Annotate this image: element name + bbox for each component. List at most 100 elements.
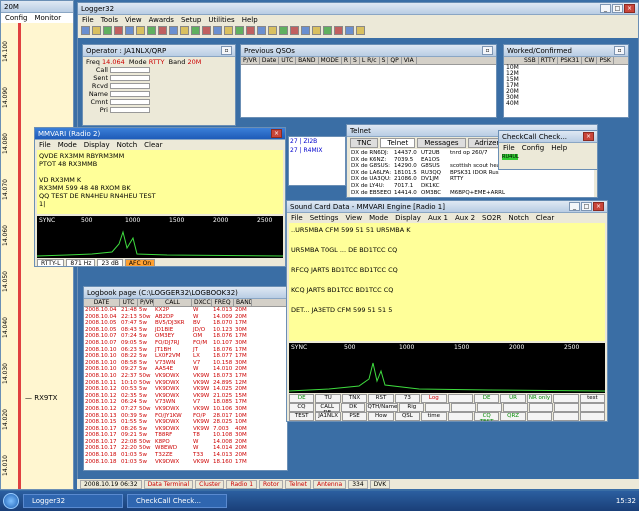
macro-button[interactable] — [554, 403, 580, 412]
bandmap-spot[interactable]: — RX9TX — [25, 394, 57, 402]
menu-item-setup[interactable]: Setup — [181, 16, 201, 24]
bandmap-spot-call[interactable]: RX9TX — [34, 394, 57, 402]
toolbar-button-icon[interactable] — [268, 26, 277, 35]
table-row[interactable]: 2008.10.07 09:05 5w FO/DJ7RJ FO/M 10.107 30M — [84, 340, 287, 347]
taskbar-clock[interactable]: 15:32 — [616, 497, 636, 505]
menu-item-aux-1[interactable]: Aux 1 — [428, 214, 448, 222]
operator-close-button[interactable]: ▫ — [221, 46, 232, 55]
macro-button[interactable] — [579, 412, 606, 421]
checkcall-close[interactable]: × — [583, 132, 594, 141]
taskbar-button[interactable]: Logger32 — [23, 494, 123, 508]
table-row[interactable]: 2008.10.07 07:24 5w OM3EY OM 18.076 17M — [84, 333, 287, 340]
table-row[interactable]: 2008.10.05 07:47 5w BV5/DJ3KR BV 18.070 17M — [84, 320, 287, 327]
macro-button[interactable] — [447, 412, 473, 421]
macro-button[interactable] — [580, 403, 606, 412]
macro-button[interactable] — [528, 403, 554, 412]
status-panel[interactable]: Cluster — [195, 479, 225, 489]
toolbar-button-icon[interactable] — [356, 26, 365, 35]
status-item[interactable]: RTTY-L — [37, 259, 65, 266]
toolbar-button-icon[interactable] — [213, 26, 222, 35]
macro-button[interactable]: TU — [315, 394, 341, 403]
field-input[interactable] — [110, 99, 150, 105]
macro-button[interactable] — [553, 394, 579, 403]
menu-item-view[interactable]: View — [125, 16, 142, 24]
macro-button[interactable]: Rig — [399, 403, 425, 412]
macro-button[interactable]: time — [421, 412, 447, 421]
status-panel[interactable]: Antenna — [312, 479, 347, 489]
table-row[interactable]: 2008.10.11 10:10 50w VK9DWX VK9W 24.895 12M — [84, 380, 287, 387]
table-row[interactable]: 2008.10.15 01:55 5w VK9DWX VK9W 28.025 10M — [84, 419, 287, 426]
soundcard-spectrum[interactable]: SYNC 500 1000 1500 2000 2500 — [289, 343, 605, 393]
menu-item-view[interactable]: View — [345, 214, 362, 222]
toolbar-button-icon[interactable] — [235, 26, 244, 35]
mmvari2-close[interactable]: × — [271, 129, 282, 138]
macro-button[interactable]: CQ — [289, 403, 314, 412]
table-row[interactable]: 2008.10.10 09:27 5w AA54E W 14.010 20M — [84, 366, 287, 373]
table-row[interactable]: 2008.10.04 22:13 50w AB2DP W 14.009 20M — [84, 314, 287, 321]
table-row[interactable]: 2008.10.10 08:58 5w V73WN V7 10.158 30M — [84, 360, 287, 367]
menu-item-file[interactable]: File — [82, 16, 94, 24]
menu-item-mode[interactable]: Mode — [58, 141, 77, 149]
toolbar-button-icon[interactable] — [169, 26, 178, 35]
soundcard-rx-text[interactable]: ..UR5MBA CFM 599 51 51 UR5MBA K UR5MBA T… — [289, 223, 605, 341]
toolbar-button-icon[interactable] — [92, 26, 101, 35]
menu-item-utilities[interactable]: Utilities — [208, 16, 234, 24]
macro-button[interactable] — [476, 403, 502, 412]
macro-button[interactable]: Log — [421, 394, 447, 403]
macro-button[interactable]: TEST — [289, 412, 315, 421]
toolbar-button-icon[interactable] — [334, 26, 343, 35]
menu-item-clear[interactable]: Clear — [536, 214, 554, 222]
tab-tnc[interactable]: TNC — [350, 138, 379, 148]
status-panel[interactable]: Telnet — [285, 479, 311, 489]
table-row[interactable]: 2008.10.05 08:43 5w JD1BIE JD/O 10.123 30M — [84, 327, 287, 334]
toolbar-button-icon[interactable] — [246, 26, 255, 35]
menu-item-config[interactable]: Config — [5, 14, 27, 22]
macro-button[interactable]: DK — [340, 403, 366, 412]
toolbar-button-icon[interactable] — [103, 26, 112, 35]
telnet-row[interactable]: DX de LY4U: 7017.1 DK1KC — [351, 183, 593, 190]
macro-button[interactable]: How — [368, 412, 394, 421]
table-row[interactable]: 2008.10.10 08:22 5w LX0F2VM LX 18.077 17M — [84, 353, 287, 360]
field-input[interactable] — [110, 67, 150, 73]
macro-button[interactable] — [502, 403, 528, 412]
field-input[interactable] — [110, 91, 150, 97]
telnet-row[interactable]: DX de EB5EEO: 14414.0 OM3BC M6BPQ+EME+ARRL — [351, 190, 593, 197]
macro-button[interactable]: TNX — [341, 394, 368, 403]
table-row[interactable]: 2008.10.12 07:27 50w VK9DWX VK9W 10.106 30M — [84, 406, 287, 413]
field-input[interactable] — [110, 75, 150, 81]
field-input[interactable] — [110, 83, 150, 89]
table-row[interactable]: 2008.10.13 00:39 5w FO/JY1KW FO/P 28.017 10M — [84, 413, 287, 420]
toolbar-button-icon[interactable] — [114, 26, 123, 35]
table-row[interactable]: 2008.10.10 22:37 50w VK9DWX VK9W 18.073 17M — [84, 373, 287, 380]
toolbar-button-icon[interactable] — [191, 26, 200, 35]
status-panel[interactable]: 2008.10.19 06:32 — [80, 479, 142, 489]
menu-item-notch[interactable]: Notch — [508, 214, 529, 222]
menu-item-help[interactable]: Help — [242, 16, 258, 24]
table-row[interactable]: 2008.10.17 22:08 50w K8PO W 14.008 20M — [84, 439, 287, 446]
macro-button[interactable]: NR only — [526, 394, 553, 403]
mmvari2-spectrum[interactable]: SYNC 500 1000 1500 2000 2500 — [37, 216, 283, 258]
close-button[interactable]: × — [624, 4, 635, 13]
status-panel[interactable]: Data Terminal — [143, 479, 194, 489]
macro-button[interactable]: 73 — [394, 394, 421, 403]
macro-button[interactable] — [447, 394, 473, 403]
telnet-row[interactable]: DX de LA6LFA: 18101.5 RU3QQ BPSK31 IDOR Rus — [351, 170, 593, 177]
toolbar-button-icon[interactable] — [147, 26, 156, 35]
status-item[interactable]: AFC On — [124, 259, 156, 266]
table-row[interactable]: 2008.10.12 06:24 5w V73WN V7 18.085 17M — [84, 399, 287, 406]
toolbar-button-icon[interactable] — [301, 26, 310, 35]
macro-button[interactable] — [451, 403, 476, 412]
status-panel[interactable]: Rotor — [259, 479, 284, 489]
toolbar-button-icon[interactable] — [323, 26, 332, 35]
start-orb-icon[interactable] — [3, 493, 19, 509]
soundcard-min[interactable]: _ — [569, 202, 580, 211]
macro-button[interactable]: RST — [368, 394, 394, 403]
macro-button[interactable] — [526, 412, 553, 421]
soundcard-max[interactable]: □ — [581, 202, 592, 211]
macro-button[interactable]: CALL DE — [314, 403, 340, 416]
toolbar-button-icon[interactable] — [345, 26, 354, 35]
worked-close[interactable]: ▫ — [614, 46, 625, 55]
macro-button[interactable]: test — [579, 394, 606, 403]
table-row[interactable]: 2008.10.18 01:03 5w VK9DWX VK9W 18.160 17M — [84, 459, 287, 466]
toolbar-button-icon[interactable] — [81, 26, 90, 35]
